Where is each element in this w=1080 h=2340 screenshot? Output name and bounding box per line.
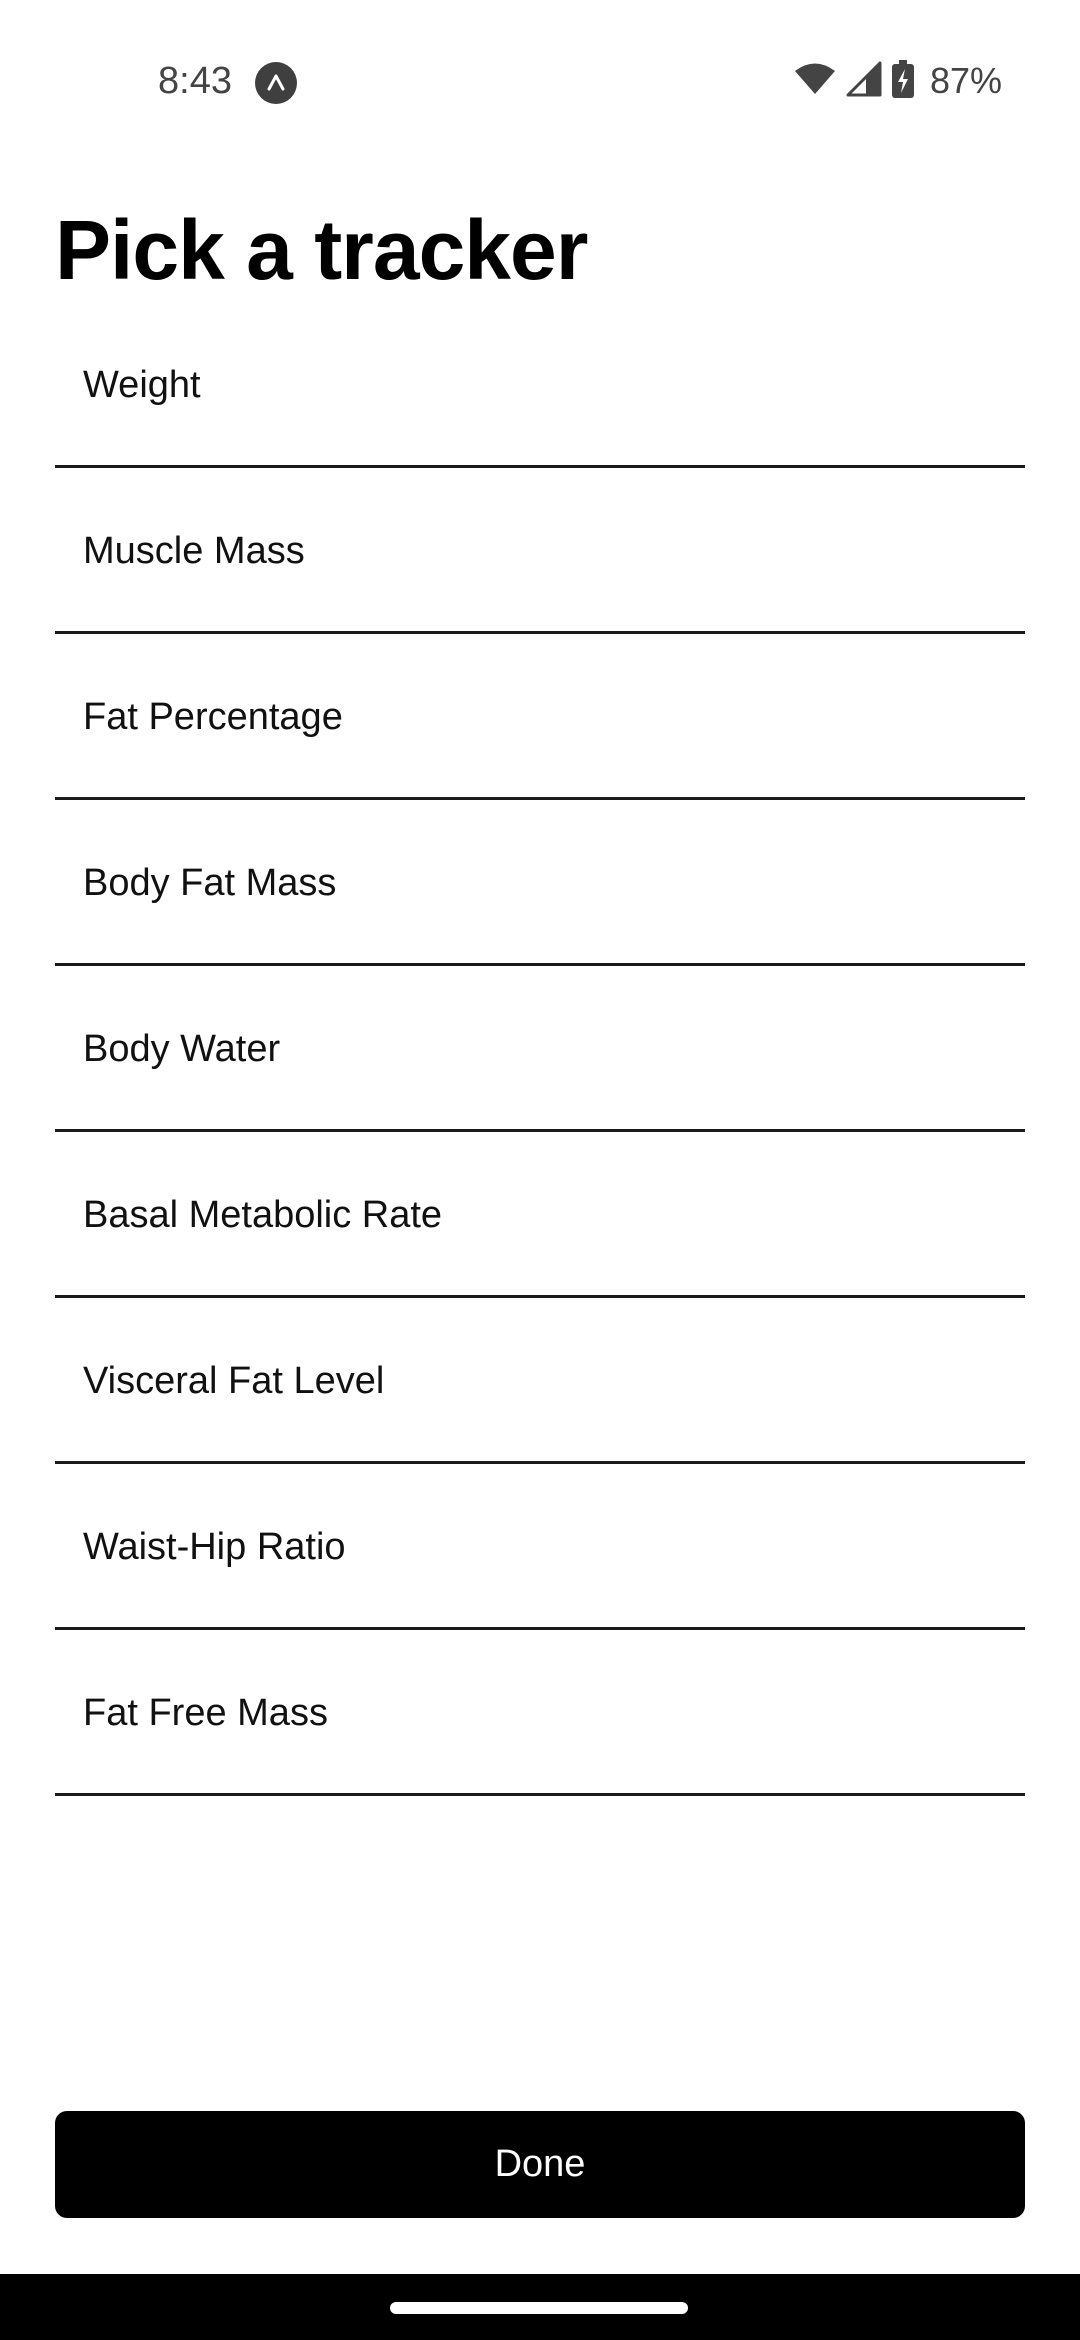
navigation-bar [0,2274,1080,2340]
home-gesture-handle[interactable] [390,2302,688,2314]
wifi-icon [794,62,836,101]
page-title: Pick a tracker [55,203,588,297]
tracker-item-body-water[interactable]: Body Water [55,966,1025,1132]
status-icons: 87% [794,56,1002,106]
tracker-item-waist-hip-ratio[interactable]: Waist-Hip Ratio [55,1464,1025,1630]
tracker-label: Waist-Hip Ratio [83,1526,346,1568]
tracker-label: Weight [83,364,201,406]
tracker-label: Fat Percentage [83,696,343,738]
tracker-label: Body Water [83,1028,281,1070]
tracker-item-fat-free-mass[interactable]: Fat Free Mass [55,1630,1025,1796]
tracker-list: Weight Muscle Mass Fat Percentage Body F… [55,330,1025,1796]
battery-charging-icon [891,59,914,103]
tracker-item-visceral-fat-level[interactable]: Visceral Fat Level [55,1298,1025,1464]
tracker-label: Visceral Fat Level [83,1360,385,1402]
status-time: 8:43 [158,60,232,102]
tracker-item-muscle-mass[interactable]: Muscle Mass [55,468,1025,634]
tracker-item-body-fat-mass[interactable]: Body Fat Mass [55,800,1025,966]
tracker-item-basal-metabolic-rate[interactable]: Basal Metabolic Rate [55,1132,1025,1298]
tracker-label: Fat Free Mass [83,1692,328,1734]
status-bar: 8:43 87% [0,0,1080,165]
app-logo-icon [255,62,297,104]
battery-percentage: 87% [929,60,1002,101]
tracker-item-fat-percentage[interactable]: Fat Percentage [55,634,1025,800]
tracker-label: Basal Metabolic Rate [83,1194,443,1236]
tracker-item-weight[interactable]: Weight [55,330,1025,468]
tracker-label: Body Fat Mass [83,862,337,904]
done-button[interactable]: Done [55,2111,1025,2218]
tracker-label: Muscle Mass [83,530,305,572]
signal-icon [846,61,882,102]
